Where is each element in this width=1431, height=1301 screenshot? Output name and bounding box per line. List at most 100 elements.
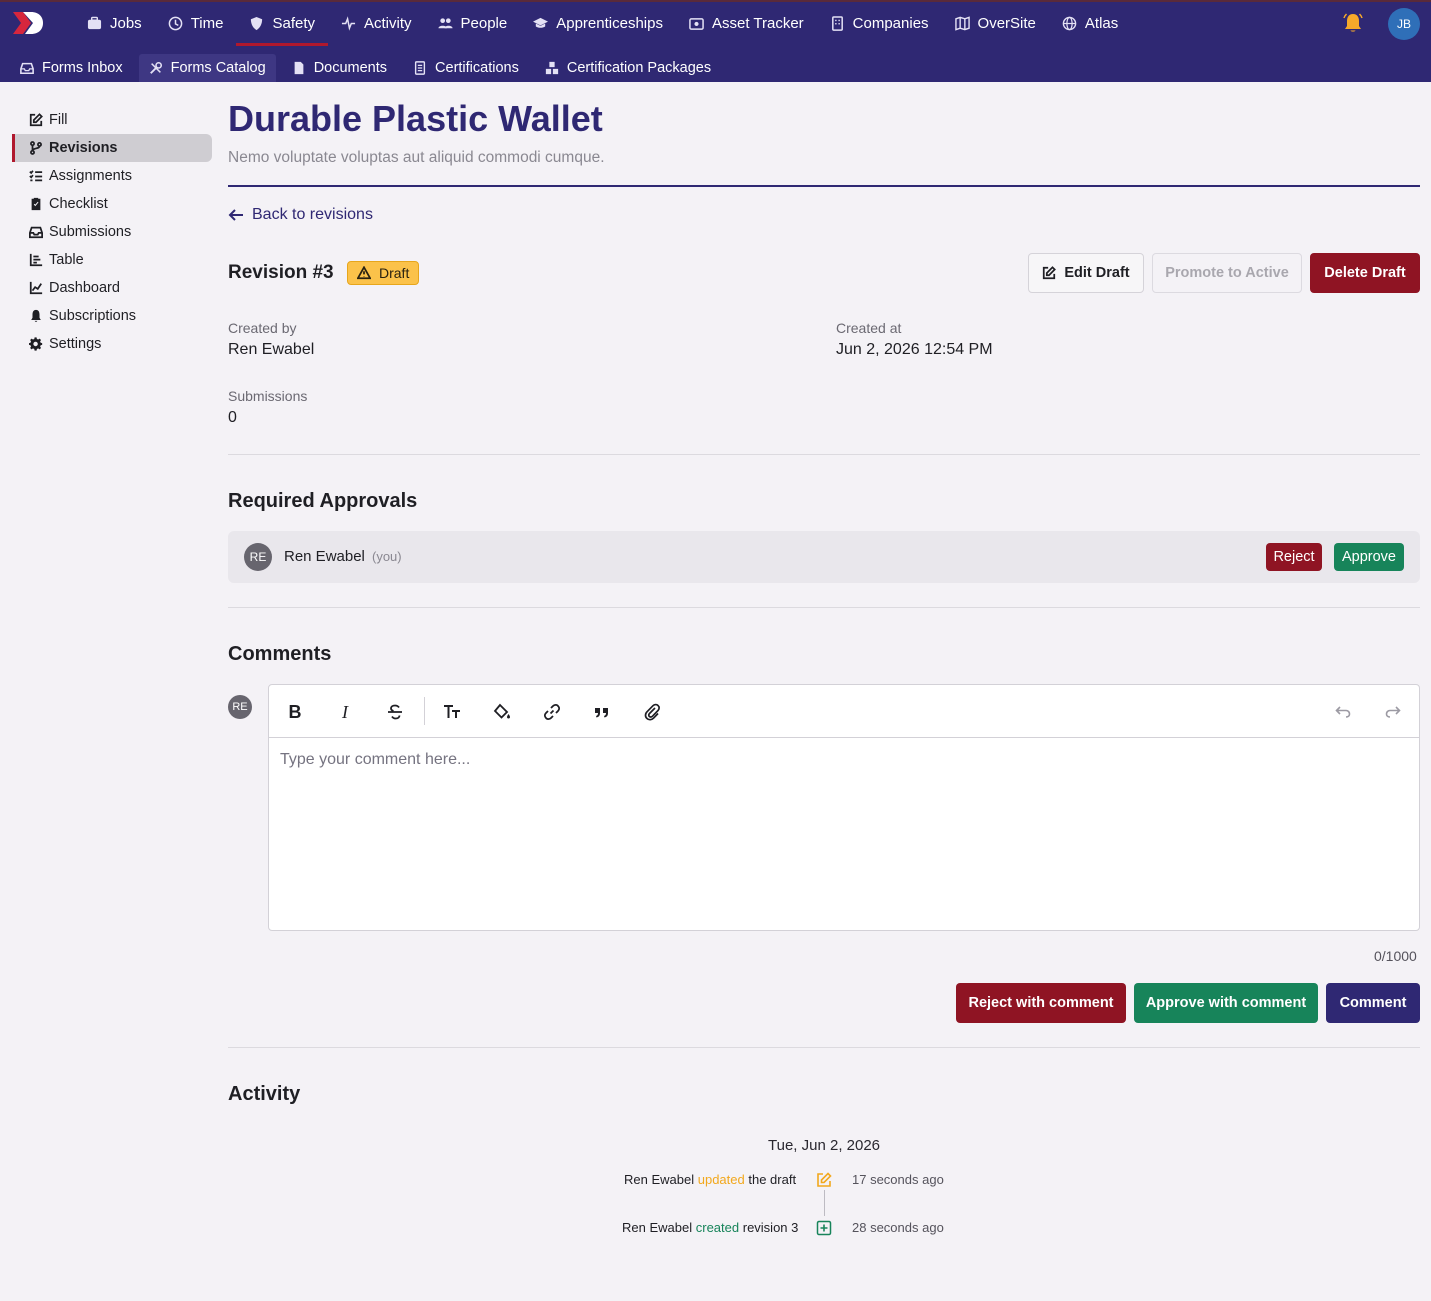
- building-icon: [831, 15, 843, 31]
- nav-safety[interactable]: Safety: [236, 0, 328, 46]
- comment-button[interactable]: Comment: [1326, 983, 1420, 1023]
- app-logo-icon[interactable]: [11, 10, 45, 36]
- sidebar-item-checklist[interactable]: Checklist: [12, 190, 212, 218]
- activity-verb: created: [695, 1220, 740, 1235]
- sidebar-item-dashboard[interactable]: Dashboard: [12, 274, 212, 302]
- reject-button[interactable]: Reject: [1266, 543, 1322, 571]
- approve-button[interactable]: Approve: [1334, 543, 1404, 571]
- submissions-value: 0: [228, 409, 237, 426]
- graduation-cap-icon: [533, 17, 549, 28]
- subnav-certifications[interactable]: Certifications: [403, 54, 529, 82]
- status-badge-label: Draft: [379, 265, 410, 281]
- table-icon: [29, 253, 43, 267]
- pulse-icon: [341, 15, 356, 31]
- promote-to-active-button[interactable]: Promote to Active: [1152, 253, 1302, 293]
- strikethrough-icon[interactable]: [382, 699, 408, 725]
- clock-icon: [168, 16, 183, 30]
- activity-entry-text: Ren Ewabel created revision 3: [622, 1220, 798, 1235]
- nav-people[interactable]: People: [425, 0, 521, 46]
- nav-companies-label: Companies: [852, 14, 929, 32]
- comment-editor: B I Type your comment here...: [268, 684, 1420, 931]
- globe-icon: [1062, 16, 1077, 30]
- sidebar-item-label: Fill: [49, 112, 68, 128]
- sidebar-item-subscriptions[interactable]: Subscriptions: [12, 302, 212, 330]
- subnav-certifications-label: Certifications: [435, 60, 519, 76]
- nav-oversite[interactable]: OverSite: [942, 0, 1049, 46]
- nav-companies[interactable]: Companies: [817, 0, 942, 46]
- gear-icon: [29, 337, 43, 351]
- subnav-documents[interactable]: Documents: [282, 54, 397, 82]
- sidebar-item-table[interactable]: Table: [12, 246, 212, 274]
- list-check-icon: [29, 170, 43, 182]
- nav-activity[interactable]: Activity: [328, 0, 425, 46]
- fill-color-icon[interactable]: [489, 699, 515, 725]
- notifications-bell-icon[interactable]: [1342, 12, 1364, 34]
- activity-verb: updated: [697, 1172, 745, 1187]
- sidebar-item-revisions[interactable]: Revisions: [12, 134, 212, 162]
- page-title: Durable Plastic Wallet: [228, 98, 603, 139]
- quote-icon[interactable]: [589, 699, 615, 725]
- nav-apprenticeships[interactable]: Apprenticeships: [520, 0, 676, 46]
- link-icon[interactable]: [539, 699, 565, 725]
- activity-object: the draft: [748, 1172, 797, 1187]
- nav-asset-tracker[interactable]: Asset Tracker: [676, 0, 817, 46]
- asset-icon: [689, 17, 704, 30]
- delete-draft-button[interactable]: Delete Draft: [1310, 253, 1420, 293]
- subnav-forms-catalog[interactable]: Forms Catalog: [138, 54, 276, 82]
- branch-icon: [30, 141, 42, 155]
- reject-with-comment-button[interactable]: Reject with comment: [956, 983, 1126, 1023]
- sidebar-item-settings[interactable]: Settings: [12, 330, 212, 358]
- back-to-revisions-link[interactable]: Back to revisions: [228, 206, 373, 224]
- sidebar-item-label: Checklist: [49, 196, 108, 212]
- chart-line-icon: [29, 281, 43, 295]
- sub-nav: Forms Inbox Forms Catalog Documents Cert…: [10, 54, 727, 82]
- form-sidebar: Fill Revisions Assignments Checklist Sub…: [12, 106, 212, 358]
- activity-entry-text: Ren Ewabel updated the draft: [624, 1172, 796, 1187]
- toolbar-separator: [424, 697, 425, 725]
- comment-input[interactable]: Type your comment here...: [280, 751, 470, 769]
- edit-draft-button[interactable]: Edit Draft: [1028, 253, 1144, 293]
- bell-icon: [31, 309, 41, 322]
- sidebar-item-fill[interactable]: Fill: [12, 106, 212, 134]
- activity-time: 17 seconds ago: [852, 1172, 944, 1187]
- attachment-icon[interactable]: [639, 699, 665, 725]
- shield-icon: [251, 16, 263, 30]
- nav-jobs-label: Jobs: [110, 14, 142, 32]
- top-navigation-bar: Jobs Time Safety Activity People Apprent…: [0, 0, 1431, 82]
- activity-actor: Ren Ewabel: [622, 1220, 693, 1235]
- text-size-icon[interactable]: [439, 699, 465, 725]
- sidebar-item-label: Dashboard: [49, 280, 120, 296]
- subnav-forms-inbox-label: Forms Inbox: [42, 60, 123, 76]
- subnav-documents-label: Documents: [313, 60, 388, 76]
- nav-atlas-label: Atlas: [1084, 14, 1119, 32]
- section-divider: [228, 454, 1420, 455]
- sidebar-item-label: Settings: [49, 336, 102, 352]
- sidebar-item-assignments[interactable]: Assignments: [12, 162, 212, 190]
- edit-icon: [817, 1172, 832, 1187]
- main-nav: Jobs Time Safety Activity People Apprent…: [74, 0, 1131, 46]
- nav-atlas[interactable]: Atlas: [1049, 0, 1131, 46]
- users-icon: [437, 17, 453, 28]
- subnav-certification-packages[interactable]: Certification Packages: [535, 54, 721, 82]
- nav-time[interactable]: Time: [155, 0, 237, 46]
- document-icon: [294, 61, 304, 75]
- edit-draft-label: Edit Draft: [1064, 265, 1130, 281]
- nav-time-label: Time: [190, 14, 224, 32]
- user-avatar[interactable]: JB: [1388, 8, 1420, 40]
- submissions-label: Submissions: [228, 388, 308, 404]
- italic-icon[interactable]: I: [332, 699, 358, 725]
- edit-icon: [1043, 266, 1057, 280]
- sidebar-item-submissions[interactable]: Submissions: [12, 218, 212, 246]
- inbox-icon: [20, 62, 34, 75]
- subnav-forms-inbox[interactable]: Forms Inbox: [10, 54, 133, 82]
- undo-icon[interactable]: [1330, 699, 1356, 725]
- bold-icon[interactable]: B: [282, 699, 308, 725]
- approve-with-comment-button[interactable]: Approve with comment: [1134, 983, 1318, 1023]
- editor-toolbar: B I: [269, 685, 1419, 738]
- redo-icon[interactable]: [1380, 699, 1406, 725]
- activity-actor: Ren Ewabel: [624, 1172, 695, 1187]
- nav-jobs[interactable]: Jobs: [74, 0, 155, 46]
- approval-row: RE Ren Ewabel (you) Reject Approve: [228, 531, 1420, 583]
- title-divider: [228, 185, 1420, 187]
- created-at-label: Created at: [836, 320, 902, 336]
